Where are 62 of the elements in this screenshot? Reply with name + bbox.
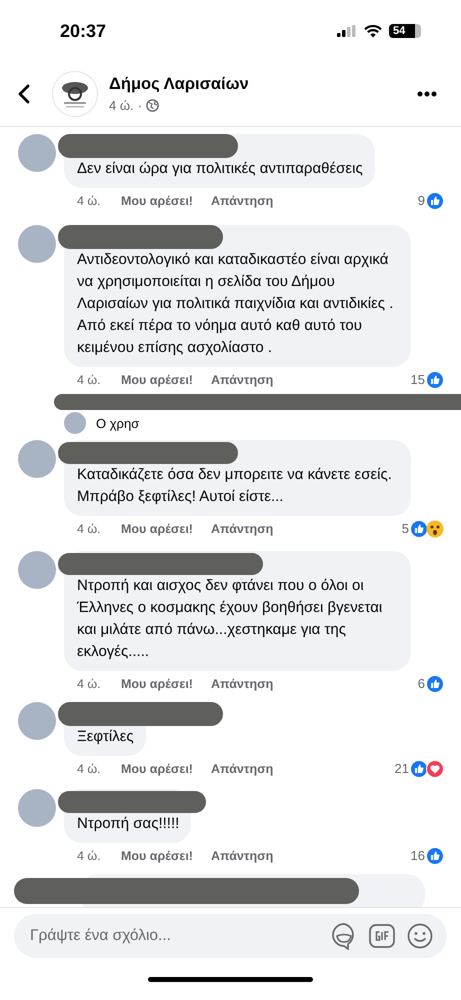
avatar[interactable] <box>18 789 56 827</box>
comment-text: Ντροπή σας!!!!! <box>77 814 180 834</box>
comment-time: 4 ώ. <box>77 522 102 536</box>
like-reaction-icon <box>426 192 444 210</box>
like-link[interactable]: Μου αρέσει! <box>121 194 193 208</box>
comment-text: Δεν είναι ώρα για πολιτικές αντιπαραθέσεις <box>77 159 363 179</box>
comment-text: Ξεφτίλες <box>77 727 134 747</box>
comment-time: 4 ώ. <box>77 762 102 776</box>
battery-indicator: 54 <box>389 24 421 38</box>
reply-link[interactable]: Απάντηση <box>210 194 274 208</box>
reaction-count: 5 <box>402 521 409 536</box>
avatar[interactable] <box>18 225 56 263</box>
like-reaction-icon <box>410 520 428 538</box>
reply-link[interactable]: Απάντηση <box>210 848 274 862</box>
wifi-icon <box>364 24 382 38</box>
post-time: 4 ώ. <box>109 98 134 113</box>
avatar[interactable] <box>64 412 86 434</box>
gif-icon[interactable] <box>369 924 395 948</box>
like-reaction-icon <box>410 760 428 778</box>
comment-text: Καταδικάζετε όσα δεν μπορειτε να κάνετε εσείς. Μπράβο ξεφτίλες! Αυτοί είστε... <box>77 465 393 507</box>
back-icon[interactable] <box>18 84 30 104</box>
reply-link[interactable]: Απάντηση <box>210 522 274 536</box>
page-logo-icon <box>52 71 98 117</box>
home-indicator[interactable] <box>148 976 313 982</box>
status-time: 20:37 <box>60 20 106 42</box>
comment-time: 4 ώ. <box>77 372 102 386</box>
like-reaction-icon <box>426 846 444 864</box>
reaction-count: 15 <box>410 372 425 387</box>
like-link[interactable]: Μου αρέσει! <box>121 372 193 386</box>
signal-icon <box>337 25 357 37</box>
avatar[interactable] <box>18 440 56 478</box>
comment-time: 4 ώ. <box>77 194 102 208</box>
globe-icon <box>146 99 159 112</box>
like-link[interactable]: Μου αρέσει! <box>121 676 193 690</box>
comment-text: Αντιδεοντολογικό και καταδικαστέο είναι αρχικά να χρησιμοποιείται η σελίδα του Δήμου Λαρισαίων για πολιτικά παιχνίδια και αντιδικίες . Από εκεί πέρα το νόημα αυτό καθ αυτό του κειμένου επίσης ασχολίαστο . <box>77 250 394 358</box>
emoji-icon[interactable] <box>407 923 433 949</box>
comment-box[interactable]: Γράψτε ένα σχόλιο... <box>14 914 447 958</box>
comment-time: 4 ώ. <box>77 848 102 862</box>
comment-text: Ντροπή και αισχος δεν φτάνει που ο όλοι οι Έλληνες ο κοσμακης έχουν βοηθήσει βγενεται και μιλάτε από πάνω...χεστηκαμε για της εκλογές..... <box>77 576 384 662</box>
heart-reaction-icon <box>426 760 444 778</box>
reply-link[interactable]: Απάντηση <box>210 762 274 776</box>
page-title[interactable]: Δήμος Λαρισαίων <box>109 75 417 94</box>
more-options-icon[interactable] <box>417 91 437 97</box>
avatar[interactable] <box>18 551 56 589</box>
like-reaction-icon <box>426 370 444 388</box>
comment-time: 4 ώ. <box>77 676 102 690</box>
separator-dot: · <box>138 98 142 113</box>
avatar[interactable] <box>18 702 56 740</box>
reply-link[interactable]: Απάντηση <box>210 372 274 386</box>
reply-link[interactable]: Απάντηση <box>210 676 274 690</box>
sticker-icon[interactable] <box>331 922 357 950</box>
reply-preview-text[interactable]: Ο χρησ <box>96 416 140 430</box>
surprised-face-icon <box>426 520 444 538</box>
like-link[interactable]: Μου αρέσει! <box>121 848 193 862</box>
reaction-count: 21 <box>394 761 409 776</box>
reaction-count: 16 <box>410 848 425 863</box>
reaction-count: 9 <box>418 193 425 208</box>
avatar[interactable] <box>18 134 56 172</box>
reaction-count: 6 <box>418 676 425 691</box>
like-reaction-icon <box>426 674 444 692</box>
like-link[interactable]: Μου αρέσει! <box>121 522 193 536</box>
like-link[interactable]: Μου αρέσει! <box>121 762 193 776</box>
